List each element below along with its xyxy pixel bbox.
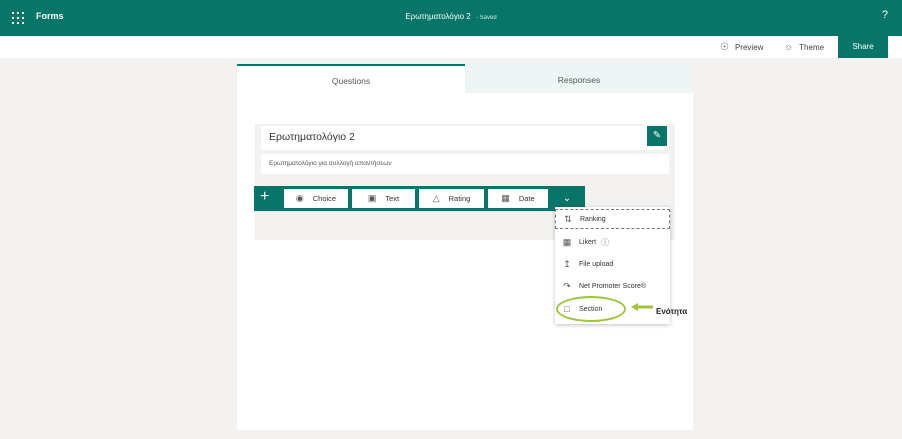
calendar-icon: ▦	[501, 193, 510, 203]
document-title: Ερωτηματολόγιο 2 - Saved	[0, 12, 902, 21]
menu-item-likert[interactable]: ▦ Likert ⓘ	[555, 232, 670, 252]
grid-icon: ▦	[562, 236, 572, 247]
text-label: Text	[385, 194, 400, 203]
highlight-oval	[556, 296, 626, 322]
saved-status-text: Saved	[479, 15, 497, 21]
menu-item-file-upload[interactable]: ↥ File upload	[555, 254, 670, 274]
ranking-label: Ranking	[580, 215, 606, 223]
preview-button[interactable]: ☉ Preview	[720, 42, 763, 53]
form-title-input[interactable]: Ερωτηματολόγιο 2	[261, 126, 669, 150]
document-title-text: Ερωτηματολόγιο 2	[405, 12, 471, 21]
left-arrow-icon	[631, 303, 653, 311]
sort-icon: ⇅	[564, 213, 572, 224]
gauge-icon: ↷	[563, 280, 571, 291]
likert-label: Likert	[579, 238, 597, 246]
tab-responses[interactable]: Responses	[465, 64, 693, 93]
radio-icon: ◉	[295, 193, 304, 203]
text-button[interactable]: ▣ Text	[352, 189, 415, 208]
tab-questions[interactable]: Questions	[237, 64, 465, 93]
file-upload-label: File upload	[579, 260, 614, 268]
nps-label: Net Promoter Score®	[579, 282, 647, 290]
command-bar: ☉ Preview ☼ Theme	[0, 36, 902, 58]
tab-bar: Questions Responses	[237, 64, 693, 93]
date-button[interactable]: ▦ Date	[488, 189, 548, 208]
info-icon[interactable]: ⓘ	[601, 237, 609, 248]
more-types-chevron-icon[interactable]: ⌄	[552, 189, 582, 208]
eye-icon: ☉	[720, 42, 729, 53]
choice-label: Choice	[312, 194, 337, 203]
menu-item-net-promoter-score[interactable]: ↷ Net Promoter Score®	[555, 276, 670, 296]
share-button[interactable]: Share	[838, 36, 888, 58]
date-label: Date	[518, 194, 535, 203]
menu-item-ranking[interactable]: ⇅ Ranking	[555, 209, 670, 229]
theme-button[interactable]: ☼ Theme	[784, 42, 824, 53]
saved-status: - Saved	[475, 15, 497, 21]
help-icon[interactable]: ?	[882, 9, 888, 21]
add-question-bar: + ◉ Choice ▣ Text △ Rating ▦ Date ⌄	[254, 186, 585, 211]
annotation-label: Ενότητα	[656, 307, 688, 316]
form-description-input[interactable]: Ερωτηματολόγιο για συλλογή απαντήσεων	[261, 154, 669, 174]
theme-label: Theme	[799, 43, 825, 52]
text-box-icon: ▣	[367, 193, 377, 203]
thumb-icon: △	[432, 193, 440, 203]
upload-icon: ↥	[563, 258, 571, 269]
top-app-bar: Forms Ερωτηματολόγιο 2 - Saved ?	[0, 0, 902, 36]
choice-button[interactable]: ◉ Choice	[284, 189, 348, 208]
palette-icon: ☼	[784, 42, 794, 53]
insert-image-icon[interactable]: ✎	[647, 126, 667, 146]
add-new-icon[interactable]: +	[260, 188, 269, 206]
rating-label: Rating	[448, 194, 471, 203]
rating-button[interactable]: △ Rating	[419, 189, 484, 208]
preview-label: Preview	[734, 43, 764, 52]
